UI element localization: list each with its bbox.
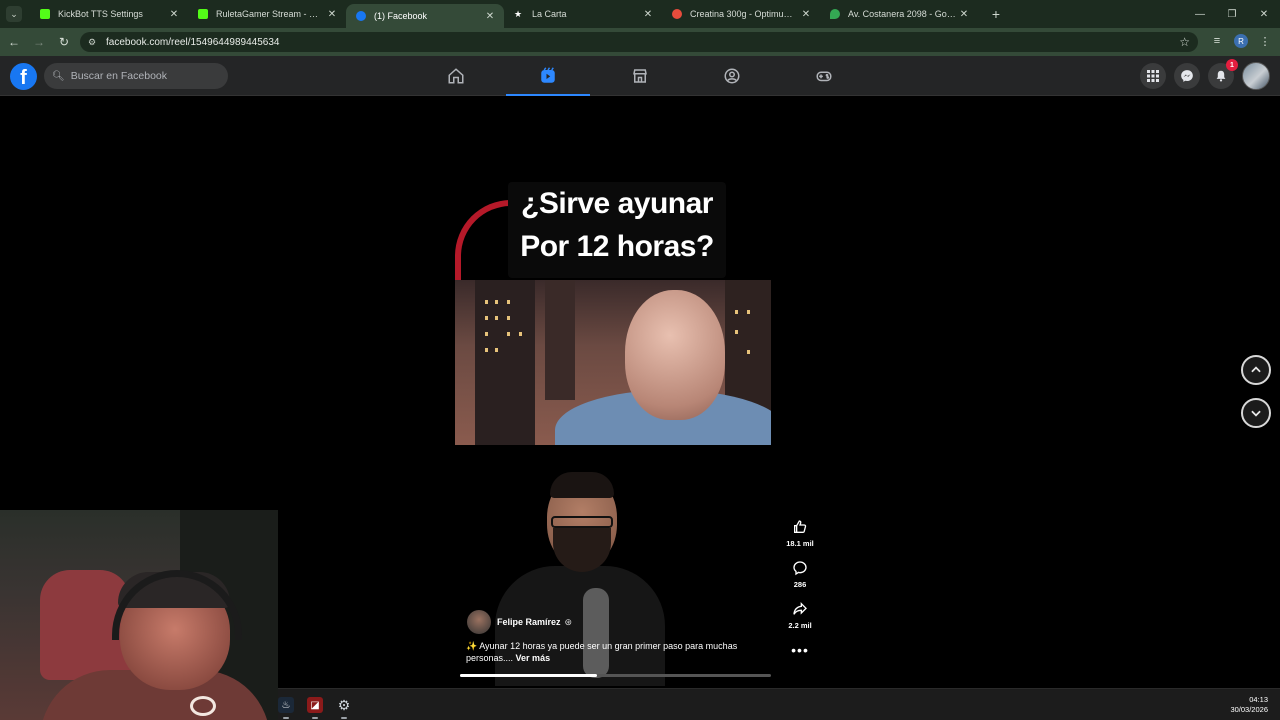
tab-strip: ⌄ KickBot TTS Settings ✕ RuletaGamer Str… [0,0,1280,28]
author-name[interactable]: Felipe Ramírez [497,617,561,627]
kick-favicon-icon [198,9,208,19]
facebook-favicon-icon [356,11,366,21]
tab-ruletagamer[interactable]: RuletaGamer Stream - Watch Li ✕ [188,0,346,28]
chevron-up-icon [1251,366,1261,373]
tab-title: La Carta [532,9,567,19]
url-text: facebook.com/reel/1549644989445634 [106,36,280,48]
new-tab-plus-icon[interactable]: + [986,6,1006,22]
close-icon[interactable]: ✕ [800,9,812,20]
tab-la-carta[interactable]: ★ La Carta ✕ [504,0,662,28]
tab-creatina[interactable]: Creatina 300g - Optimum - Nu ✕ [662,0,820,28]
nav-groups-icon[interactable] [690,56,774,96]
reel-actions: 18.1 mil 286 2.2 mil ••• [780,519,820,670]
nav-reels-icon[interactable] [506,56,590,96]
minimize-icon[interactable]: — [1184,0,1216,28]
reload-icon[interactable]: ↻ [53,31,75,53]
profile-avatar[interactable]: R [1234,34,1248,48]
tab-title: Av. Costanera 2098 - Google M [848,9,958,19]
tab-facebook[interactable]: (1) Facebook ✕ [346,4,504,28]
header-right-actions: 1 [1140,59,1270,90]
tab-search-chevron-icon[interactable]: ⌄ [6,6,22,22]
reel-video[interactable]: ¿Sirve ayunar Por 12 horas? Felipe Ramír… [455,96,771,686]
comment-action[interactable]: 286 [780,560,820,589]
media-queue-icon[interactable]: ≡ [1208,32,1226,50]
menu-grid-icon[interactable] [1140,63,1166,89]
tab-title: RuletaGamer Stream - Watch Li [216,9,326,19]
star-favicon-icon: ★ [514,9,523,19]
reel-author[interactable]: Felipe Ramírez ⊛ [467,610,572,634]
share-action[interactable]: 2.2 mil [780,601,820,630]
messenger-icon[interactable] [1174,63,1200,89]
bookmark-star-icon[interactable]: ☆ [1179,35,1190,49]
chevron-down-icon [1251,410,1261,417]
author-avatar[interactable] [467,610,491,634]
tab-google-maps[interactable]: Av. Costanera 2098 - Google M ✕ [820,0,978,28]
forward-arrow-icon[interactable]: → [28,31,50,53]
restore-icon[interactable]: ❐ [1216,0,1248,28]
search-icon: 🔍︎ [52,70,65,82]
kick-favicon-icon [40,9,50,19]
notification-badge: 1 [1226,59,1238,71]
like-count: 18.1 mil [786,539,814,548]
video-progress-bar[interactable] [460,674,771,677]
more-dots-icon[interactable]: ••• [791,642,809,658]
maps-pin-favicon-icon [830,9,840,19]
clock-time: 04:13 [1249,695,1268,704]
comment-bubble-icon[interactable] [792,560,808,578]
search-input[interactable] [70,70,221,82]
account-avatar[interactable] [1242,62,1270,90]
reel-overlay-title: ¿Sirve ayunar Por 12 horas? [508,182,726,268]
webcam-overlay [0,510,278,720]
decorative-swoosh [455,200,511,280]
caption-text: ✨ Ayunar 12 horas ya puede ser un gran p… [466,641,738,663]
close-icon[interactable]: ✕ [484,11,496,22]
nav-gaming-icon[interactable] [782,56,866,96]
close-icon[interactable]: ✕ [168,9,180,20]
tab-kickbot[interactable]: KickBot TTS Settings ✕ [30,0,188,28]
previous-reel-button[interactable] [1241,355,1271,385]
progress-fill [460,674,597,677]
site-info-tune-icon[interactable]: ⚙ [88,37,100,48]
clock-date: 30/03/2026 [1230,705,1268,714]
comment-count: 286 [793,580,807,589]
facebook-logo-icon[interactable]: f [10,63,37,90]
more-options[interactable]: ••• [780,642,820,658]
settings-gear-icon[interactable]: ⚙ [336,697,352,713]
reel-caption: ✨ Ayunar 12 horas ya puede ser un gran p… [466,640,761,664]
next-reel-button[interactable] [1241,398,1271,428]
tab-title: KickBot TTS Settings [58,9,143,19]
verified-badge-icon: ⊛ [564,616,573,627]
taskbar: ♨ ◪ ⚙ 04:13 30/03/2026 [278,688,1280,720]
address-bar-row: ← → ↻ ⚙ facebook.com/reel/15496449894456… [0,28,1280,56]
kebab-menu-icon[interactable]: ⋮ [1256,32,1274,50]
close-icon[interactable]: ✕ [326,9,338,20]
thumbs-up-icon[interactable] [792,519,808,537]
close-icon[interactable]: ✕ [642,9,654,20]
title-line-1: ¿Sirve ayunar [521,187,713,220]
close-icon[interactable]: ✕ [958,9,970,20]
embedded-interview-clip [455,280,771,445]
see-more-link[interactable]: Ver más [516,653,551,663]
share-arrow-icon[interactable] [792,601,808,619]
window-controls: — ❐ ✕ [1184,0,1280,28]
facebook-header: f 🔍︎ 1 [0,56,1280,96]
like-action[interactable]: 18.1 mil [780,519,820,548]
url-bar[interactable]: ⚙ facebook.com/reel/1549644989445634 ☆ [80,32,1198,52]
notifications-bell-icon[interactable]: 1 [1208,59,1238,89]
tab-title: (1) Facebook [374,11,428,21]
nav-home-icon[interactable] [414,56,498,96]
facebook-search[interactable]: 🔍︎ [44,63,228,89]
steam-icon[interactable]: ♨ [278,697,294,713]
dota-icon[interactable]: ◪ [307,697,323,713]
nav-marketplace-icon[interactable] [598,56,682,96]
shield-favicon-icon [672,9,682,19]
tab-title: Creatina 300g - Optimum - Nu [690,9,800,19]
close-window-icon[interactable]: ✕ [1248,0,1280,28]
back-arrow-icon[interactable]: ← [3,31,25,53]
share-count: 2.2 mil [788,621,812,630]
toolbar-right: ≡ R ⋮ [1208,32,1274,50]
title-line-2: Por 12 horas? [520,230,714,263]
system-clock[interactable]: 04:13 30/03/2026 [1230,695,1268,715]
